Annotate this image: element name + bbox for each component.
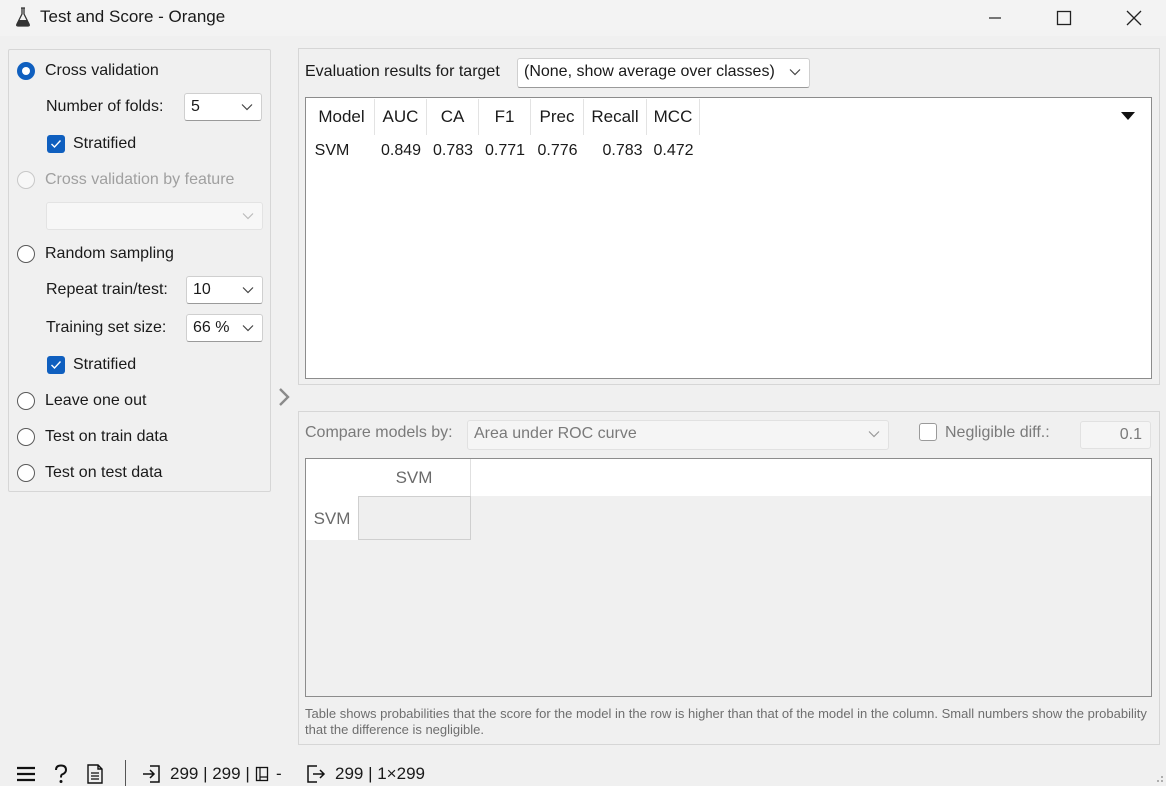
checkmark-icon[interactable] [47,135,65,153]
menu-icon[interactable] [16,764,36,784]
train-size-label: Training set size: [46,319,167,336]
status-separator [125,760,126,786]
minimize-icon [989,17,1001,19]
comparison-row-header: SVM [313,509,351,528]
radio-unchecked-icon[interactable] [17,464,35,482]
output-icon [307,765,326,783]
folds-select[interactable]: 5 [184,93,262,121]
test-on-train-option[interactable]: Test on train data [17,425,168,449]
orange-app-icon [16,7,30,27]
resize-grip-icon[interactable] [1152,771,1164,783]
checkmark-icon[interactable] [47,356,65,374]
column-header-f1[interactable]: F1 [479,99,531,135]
close-icon [1126,10,1142,26]
table-cell-auc: 0.849 [380,142,422,159]
table-cell-model: SVM [314,142,350,159]
column-header-model[interactable]: Model [309,99,375,135]
input-icon [143,765,160,783]
stratified-cv-checkbox[interactable]: Stratified [47,133,136,155]
chevron-down-icon [242,287,254,294]
repeat-value: 10 [193,281,211,298]
test-on-test-label: Test on test data [45,464,163,481]
input-suffix: - [276,764,282,783]
column-header-prec[interactable]: Prec [531,99,584,135]
random-sampling-label: Random sampling [45,245,174,262]
chevron-down-icon [241,104,253,111]
radio-unchecked-icon[interactable] [17,171,35,189]
column-header-recall[interactable]: Recall [584,99,647,135]
report-icon[interactable] [86,764,104,784]
comparison-footnote: Table shows probabilities that the score… [305,706,1147,737]
window-title: Test and Score - Orange [40,7,226,26]
comparison-cell [358,496,471,540]
table-cell-mcc: 0.472 [653,142,694,159]
compare-metric-select[interactable]: Area under ROC curve [467,420,889,450]
close-button[interactable] [1111,0,1157,36]
target-value: (None, show average over classes) [524,63,775,80]
chevron-down-icon [868,431,880,438]
cv-by-feature-option[interactable]: Cross validation by feature [17,168,234,192]
negligible-diff-input[interactable]: 0.1 [1080,421,1151,449]
minimize-button[interactable] [972,0,1018,36]
sampling-panel: Cross validation Number of folds: 5 Stra… [8,49,271,492]
table-cell-prec: 0.776 [537,142,578,159]
help-icon[interactable] [52,764,70,784]
repeat-select[interactable]: 10 [186,276,263,304]
repeat-label: Repeat train/test: [46,281,168,298]
folds-label: Number of folds: [46,98,164,115]
table-cell-f1: 0.771 [484,142,526,159]
leave-one-out-option[interactable]: Leave one out [17,389,146,413]
column-header-mcc[interactable]: MCC [647,99,700,135]
table-cell-recall: 0.783 [602,142,643,159]
column-menu-icon[interactable] [1116,109,1140,123]
radio-unchecked-icon[interactable] [17,428,35,446]
chevron-down-icon [242,213,254,220]
evaluation-target-label: Evaluation results for target [305,63,500,80]
radio-unchecked-icon[interactable] [17,245,35,263]
train-size-value: 66 % [193,319,230,336]
stratified-cv-label: Stratified [73,135,137,152]
maximize-button[interactable] [1041,0,1087,36]
comparison-column-header: SVM [358,459,471,496]
leave-one-out-label: Leave one out [45,392,147,409]
feature-select[interactable] [46,202,263,230]
random-sampling-option[interactable]: Random sampling [17,242,174,266]
output-summary: 299 | 1×299 [335,764,425,783]
folds-value: 5 [191,98,200,115]
column-header-ca[interactable]: CA [427,99,479,135]
chevron-down-icon [789,69,801,76]
stratified-rs-label: Stratified [73,356,137,373]
negligible-diff-checkbox[interactable] [919,423,937,441]
chevron-down-icon [242,325,254,332]
cv-by-feature-label: Cross validation by feature [45,171,235,188]
negligible-diff-label: Negligible diff.: [945,424,1050,441]
cross-validation-label: Cross validation [45,62,159,79]
maximize-icon [1056,10,1072,26]
test-on-test-option[interactable]: Test on test data [17,461,162,485]
radio-checked-icon[interactable] [17,62,35,80]
compare-by-label: Compare models by: [305,424,453,441]
table-cell-ca: 0.783 [432,142,474,159]
chevron-right-icon[interactable] [276,386,292,408]
metric-value: Area under ROC curve [474,425,637,442]
radio-unchecked-icon[interactable] [17,392,35,410]
column-header-auc[interactable]: AUC [375,99,427,135]
cross-validation-option[interactable]: Cross validation [17,59,159,83]
target-select[interactable]: (None, show average over classes) [517,58,810,88]
test-on-train-label: Test on train data [45,428,168,445]
data-table-icon [255,766,269,782]
results-table[interactable]: Model AUC CA F1 Prec Recall MCC SVM 0.84… [305,97,1152,379]
input-summary: 299 | 299 | [170,764,250,783]
stratified-rs-checkbox[interactable]: Stratified [47,354,136,376]
train-size-select[interactable]: 66 % [186,314,263,342]
